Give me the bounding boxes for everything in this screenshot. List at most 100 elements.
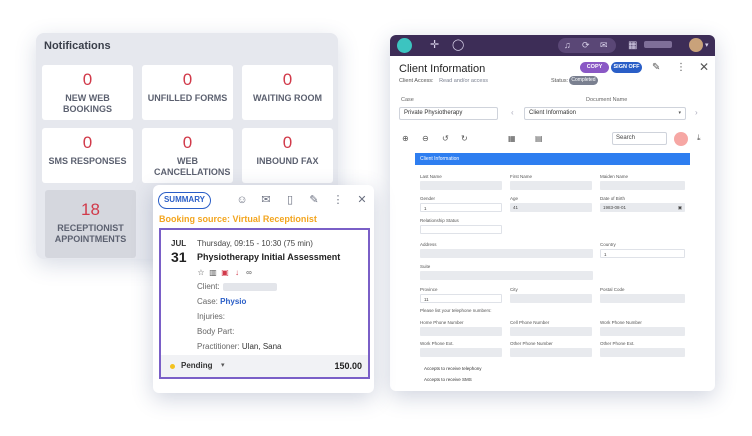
suite-field[interactable] bbox=[420, 271, 593, 280]
appointment-time: Thursday, 09:15 - 10:30 (75 min) bbox=[197, 239, 313, 248]
tile-count: 18 bbox=[81, 200, 100, 219]
chat-icon[interactable]: ◯ bbox=[452, 39, 464, 52]
other-phone-field[interactable] bbox=[510, 348, 592, 357]
sync-icon[interactable]: ⟳ bbox=[582, 39, 590, 52]
grid-icon[interactable]: ▦ bbox=[508, 134, 516, 143]
app-logo[interactable] bbox=[397, 38, 412, 53]
avatar[interactable] bbox=[689, 38, 703, 52]
client-access-value: Read and/or access bbox=[439, 78, 488, 84]
tile-count: 0 bbox=[82, 133, 93, 152]
status-dropdown[interactable]: Pending bbox=[181, 361, 213, 370]
first-name-field[interactable] bbox=[510, 181, 592, 190]
building-icon[interactable]: ▦ bbox=[628, 39, 637, 52]
booking-source: Booking source: Virtual Receptionist bbox=[159, 214, 317, 224]
redo-icon[interactable]: ↻ bbox=[461, 134, 468, 143]
arrow-down-icon[interactable]: ↓ bbox=[233, 268, 241, 277]
tile-unfilled-forms[interactable]: 0 UNFILLED FORMS bbox=[142, 65, 233, 120]
chevron-down-icon[interactable]: ▾ bbox=[705, 39, 709, 52]
gender-field[interactable]: 1 bbox=[420, 203, 502, 212]
tile-label: SMS RESPONSES bbox=[48, 156, 127, 166]
accept-sms-checkbox[interactable]: Accepts to receive SMS bbox=[424, 377, 472, 382]
bell-icon[interactable]: ♫ bbox=[564, 39, 571, 52]
pencil-icon[interactable]: ✎ bbox=[652, 62, 660, 73]
search-input[interactable]: Search bbox=[612, 132, 667, 145]
document-select[interactable]: Client Information ▾ bbox=[524, 107, 686, 120]
star-icon[interactable]: ☆ bbox=[197, 268, 205, 277]
work-ext-label: Work Phone Ext. bbox=[420, 341, 454, 346]
undo-icon[interactable]: ↺ bbox=[442, 134, 449, 143]
tile-count: 0 bbox=[282, 70, 293, 89]
tile-inbound-fax[interactable]: 0 INBOUND FAX bbox=[242, 128, 333, 183]
first-name-label: First Name bbox=[510, 174, 533, 179]
appointment-name: Physiotherapy Initial Assessment bbox=[197, 252, 341, 262]
chevron-down-icon[interactable]: ▾ bbox=[221, 361, 225, 369]
user-name[interactable] bbox=[644, 41, 672, 48]
case-select[interactable]: Private Physiotherapy bbox=[399, 107, 498, 120]
close-icon[interactable]: ✕ bbox=[699, 60, 709, 74]
plus-icon[interactable]: ✛ bbox=[430, 39, 439, 52]
other-ext-field[interactable] bbox=[600, 348, 685, 357]
postal-code-field[interactable] bbox=[600, 294, 685, 303]
city-field[interactable] bbox=[510, 294, 592, 303]
status-dot bbox=[170, 364, 175, 369]
zoom-out-icon[interactable]: ⊖ bbox=[422, 134, 429, 143]
last-name-label: Last Name bbox=[420, 174, 442, 179]
page-icon[interactable]: ▤ bbox=[535, 134, 543, 143]
maiden-name-field[interactable] bbox=[600, 181, 685, 190]
more-icon[interactable]: ⋮ bbox=[332, 193, 344, 207]
more-icon[interactable]: ⋮ bbox=[676, 62, 686, 73]
document-icon[interactable]: ▯ bbox=[284, 193, 296, 207]
address-field[interactable] bbox=[420, 249, 593, 258]
chevron-right-icon[interactable]: › bbox=[695, 108, 698, 117]
tile-label: WEB CANCELLATIONS bbox=[154, 156, 231, 177]
tile-web-cancellations[interactable]: 0 WEB CANCELLATIONS bbox=[142, 128, 233, 183]
link-icon[interactable]: ∞ bbox=[245, 268, 253, 277]
dob-field[interactable]: 1983-08-01 ▣ bbox=[600, 203, 685, 212]
cell-phone-field[interactable] bbox=[510, 327, 592, 336]
copy-button[interactable]: COPY bbox=[580, 62, 609, 73]
province-label: Province bbox=[420, 287, 438, 292]
province-field[interactable]: 11 bbox=[420, 294, 502, 303]
form-header: Client Information bbox=[415, 153, 690, 165]
tile-receptionist-appointments[interactable]: 18 RECEPTIONIST APPOINTMENTS bbox=[45, 190, 136, 258]
chevron-left-icon[interactable]: ‹ bbox=[511, 108, 514, 117]
tile-new-web-bookings[interactable]: 0 NEW WEB BOOKINGS bbox=[42, 65, 133, 120]
tile-sms-responses[interactable]: 0 SMS RESPONSES bbox=[42, 128, 133, 183]
accept-telephony-checkbox[interactable]: Accepts to receive telephony bbox=[424, 366, 482, 371]
country-field[interactable]: 1 bbox=[600, 249, 685, 258]
case-label: Case: bbox=[197, 297, 218, 306]
zoom-in-icon[interactable]: ⊕ bbox=[402, 134, 409, 143]
sign-off-button[interactable]: SIGN OFF bbox=[611, 62, 642, 73]
practitioner-row: Practitioner: Ulan, Sana bbox=[197, 342, 282, 351]
client-access-label: Client Access: bbox=[399, 78, 434, 84]
client-value[interactable] bbox=[222, 282, 277, 291]
pencil-icon[interactable]: ✎ bbox=[308, 193, 320, 207]
case-value[interactable]: Physio bbox=[220, 297, 246, 306]
practitioner-label: Practitioner: bbox=[197, 342, 240, 351]
work-ext-field[interactable] bbox=[420, 348, 502, 357]
summary-button[interactable]: SUMMARY bbox=[158, 192, 211, 209]
trash-icon[interactable]: ▥ bbox=[209, 268, 217, 277]
other-ext-label: Other Phone Ext. bbox=[600, 341, 635, 346]
close-icon[interactable]: ✕ bbox=[356, 193, 368, 207]
tile-waiting-room[interactable]: 0 WAITING ROOM bbox=[242, 65, 333, 120]
document-name-label: Document Name bbox=[586, 97, 628, 103]
print-icon[interactable] bbox=[674, 132, 688, 146]
appointment-body[interactable]: JUL 31 Thursday, 09:15 - 10:30 (75 min) … bbox=[159, 228, 370, 355]
calendar-icon[interactable]: ▣ bbox=[221, 268, 229, 277]
download-icon[interactable]: ⤓ bbox=[697, 133, 701, 143]
last-name-field[interactable] bbox=[420, 181, 502, 190]
gender-label: Gender bbox=[420, 196, 436, 201]
country-label: Country bbox=[600, 242, 616, 247]
dob-value: 1983-08-01 bbox=[603, 205, 627, 210]
case-label: Case bbox=[401, 97, 414, 103]
work-phone-field[interactable] bbox=[600, 327, 685, 336]
calendar-icon: ▣ bbox=[677, 205, 682, 210]
mail-icon[interactable]: ✉ bbox=[260, 193, 272, 207]
practitioner-value: Ulan, Sana bbox=[241, 342, 282, 351]
home-phone-field[interactable] bbox=[420, 327, 502, 336]
user-icon[interactable]: ☺ bbox=[236, 193, 248, 207]
megaphone-icon[interactable]: ✉ bbox=[600, 39, 608, 52]
age-field[interactable]: 41 bbox=[510, 203, 592, 212]
relationship-field[interactable] bbox=[420, 225, 502, 234]
